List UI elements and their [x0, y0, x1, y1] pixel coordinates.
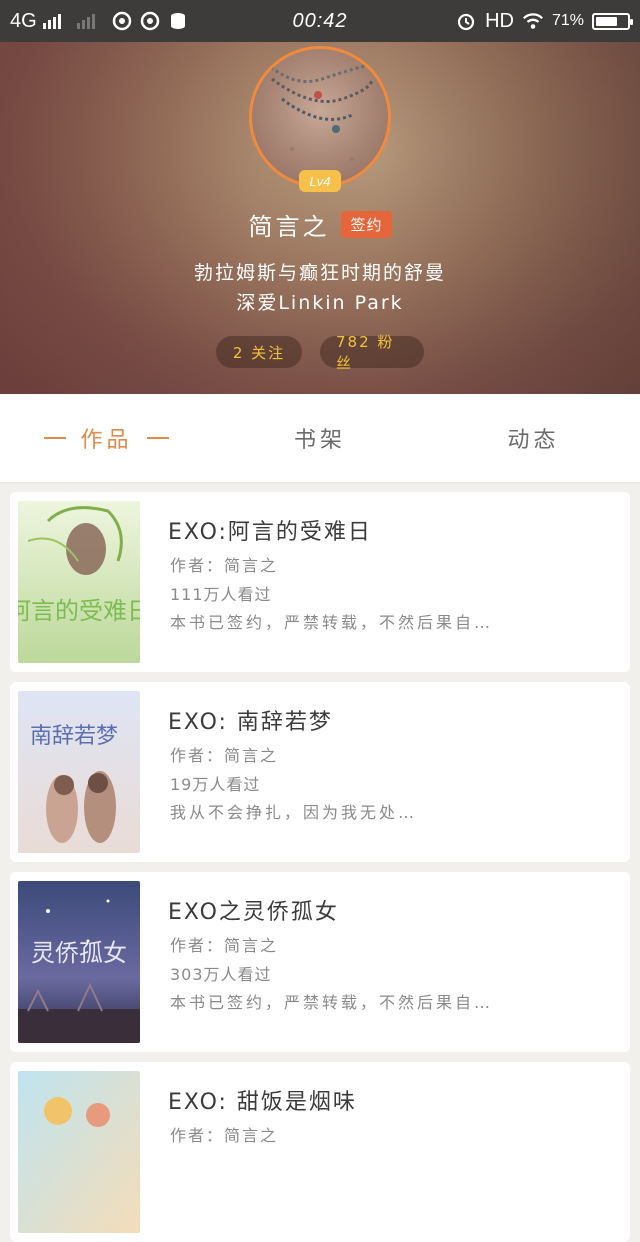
book-author: 作者：简言之: [170, 746, 279, 765]
status-right: HD 71%: [455, 0, 633, 42]
bio-line-2: 深爱Linkin Park: [236, 292, 404, 314]
stats-row: 2 关注 782 粉丝: [0, 333, 640, 372]
following-button[interactable]: 2 关注: [216, 336, 302, 368]
book-title: EXO之灵侨孤女: [168, 900, 339, 925]
book-views: 19万人看过: [170, 775, 261, 794]
book-title: EXO: 南辞若梦: [168, 710, 333, 735]
book-cover: 灵侨孤女: [18, 881, 140, 1043]
book-cover-title: 阿言的受难日: [18, 597, 140, 625]
book-cover: 阿言的受难日: [18, 501, 140, 663]
book-card[interactable]: 灵侨孤女 EXO之灵侨孤女 作者：简言之 303万人看过 本书已签约，严禁转载，…: [10, 872, 630, 1052]
tab-works[interactable]: 作品: [0, 394, 213, 482]
battery-icon: [592, 12, 633, 30]
book-description: 本书已签约，严禁转载，不然后果自…: [170, 613, 494, 632]
alarm-icon: [455, 10, 477, 32]
book-author: 作者：简言之: [170, 556, 279, 575]
avatar[interactable]: [249, 46, 391, 188]
book-title: EXO:阿言的受难日: [168, 520, 372, 545]
profile-header: Lv4 简言之 签约 勃拉姆斯与癫狂时期的舒曼 深爱Linkin Park 2 …: [0, 42, 640, 394]
username: 简言之: [248, 212, 330, 241]
battery-percent: 71%: [551, 12, 584, 29]
book-views: 111万人看过: [170, 585, 272, 604]
avatar-image: [260, 57, 383, 161]
book-cover: 南辞若梦: [18, 691, 140, 853]
book-author: 作者：简言之: [170, 1126, 279, 1145]
hd-indicator: HD: [485, 9, 514, 32]
tab-bookshelf[interactable]: 书架: [213, 394, 427, 482]
book-cover-title: 灵侨孤女: [31, 939, 127, 967]
book-cover-title: 南辞若梦: [30, 724, 118, 749]
tab-indicator-right: [146, 437, 169, 439]
book-description: 本书已签约，严禁转载，不然后果自…: [170, 993, 494, 1012]
book-title: EXO: 甜饭是烟味: [168, 1090, 357, 1115]
signed-badge: 签约: [341, 210, 392, 238]
book-card[interactable]: 南辞若梦 EXO: 南辞若梦 作者：简言之 19万人看过 我从不会挣扎，因为我无…: [10, 682, 630, 862]
book-card[interactable]: 阿言的受难日 EXO:阿言的受难日 作者：简言之 111万人看过 本书已签约，严…: [10, 492, 630, 672]
book-description: 我从不会挣扎，因为我无处…: [170, 803, 418, 822]
book-views: 303万人看过: [170, 965, 272, 984]
wifi-icon: [522, 10, 544, 32]
book-cover: [18, 1071, 140, 1233]
bio-line-1: 勃拉姆斯与癫狂时期的舒曼: [193, 262, 446, 284]
book-author: 作者：简言之: [170, 936, 279, 955]
tab-activity[interactable]: 动态: [427, 394, 640, 482]
name-row: 简言之 签约: [0, 206, 640, 242]
profile-tabs: 作品 书架 动态: [0, 394, 640, 483]
tab-activity-label: 动态: [507, 428, 560, 453]
followers-button[interactable]: 782 粉丝: [320, 333, 424, 372]
book-card[interactable]: EXO: 甜饭是烟味 作者：简言之: [10, 1062, 630, 1242]
tab-works-label: 作品: [80, 428, 133, 453]
level-badge: Lv4: [299, 170, 341, 192]
tab-indicator-left: [44, 437, 67, 439]
status-bar: 4G 00:42 HD 71%: [0, 0, 640, 42]
tab-bookshelf-label: 书架: [293, 428, 346, 453]
